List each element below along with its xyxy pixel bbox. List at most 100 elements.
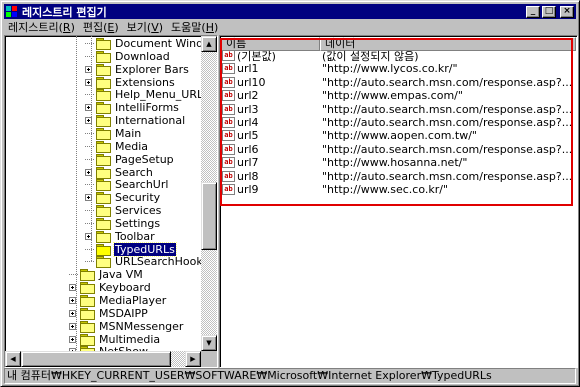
registry-app-icon [6, 5, 18, 18]
tree-item[interactable]: Media [85, 140, 149, 153]
expand-plus-icon[interactable] [85, 117, 92, 125]
menu-registry-key: R [62, 21, 71, 34]
tree-spacer [85, 261, 96, 263]
string-value-icon: ab [222, 184, 235, 195]
tree-item-label: TypedURLs [113, 241, 177, 257]
tree-connector [85, 261, 94, 263]
expand-plus-icon[interactable] [69, 335, 76, 343]
value-data: "http://auto.search.msn.com/response.asp… [322, 102, 573, 116]
folder-icon [96, 217, 111, 230]
expand-plus-icon[interactable] [85, 232, 92, 240]
expand-plus-icon[interactable] [85, 168, 92, 176]
tree-item[interactable]: Keyboard [69, 281, 152, 295]
folder-icon [80, 295, 95, 307]
title-bar[interactable]: 레지스트리 편집기 _ □ × [4, 4, 576, 19]
value-data: "http://www.empas.com/" [322, 89, 463, 103]
value-row[interactable]: ab url9 "http://www.sec.co.kr/" [222, 183, 572, 196]
scroll-right-button[interactable]: ▶ [185, 351, 201, 367]
tree-item[interactable]: MediaPlayer [69, 294, 167, 307]
expand-plus-icon[interactable] [69, 284, 76, 292]
value-name: url10 [237, 75, 266, 89]
folder-icon [80, 320, 95, 333]
tree-item[interactable]: Toolbar [85, 230, 156, 243]
folder-icon [96, 140, 111, 153]
tree-item[interactable]: Extensions [85, 76, 176, 89]
tree-item[interactable]: MSNMessenger [69, 320, 184, 333]
expand-plus-icon[interactable] [85, 104, 92, 112]
menu-help-end: ) [213, 21, 219, 34]
value-row[interactable]: ab url4 "http://auto.search.msn.com/respon… [222, 116, 572, 129]
tree-item-label: URLSearchHooks [115, 255, 209, 269]
value-row[interactable]: ab url10 "http://auto.search.msn.com/respo… [222, 76, 572, 89]
tree-item[interactable]: Security [85, 191, 161, 205]
value-row[interactable]: ab url6 "http://auto.search.msn.com/respon… [222, 143, 572, 156]
maximize-button[interactable]: □ [542, 5, 556, 18]
hscroll-thumb[interactable] [21, 351, 171, 367]
folder-icon [96, 102, 111, 115]
scroll-up-button[interactable]: ▲ [201, 36, 217, 52]
key-tree-pane[interactable]: Document Windows Download Explorer Bars Ext… [4, 35, 218, 368]
menu-view-label: 보기( [126, 21, 152, 34]
close-button[interactable]: × [560, 5, 574, 18]
tree-vertical-scrollbar[interactable]: ▲ ▼ [201, 36, 217, 351]
value-row[interactable]: ab url3 "http://auto.search.msn.com/respon… [222, 103, 572, 116]
menu-view[interactable]: 보기(V) [123, 20, 167, 36]
scroll-down-button[interactable]: ▼ [201, 335, 217, 351]
expand-plus-icon[interactable] [85, 78, 92, 86]
tree-item-label: Explorer Bars [115, 62, 189, 76]
value-list-pane[interactable]: 이름 데이터 ab (기본값) (값이 설정되지 않음) ab url1 "http://… [219, 35, 578, 368]
expand-plus-icon[interactable] [69, 297, 76, 304]
menu-help-key: H [205, 21, 214, 34]
menu-edit[interactable]: 편집(E) [79, 20, 123, 36]
value-row[interactable]: ab (기본값) (값이 설정되지 않음) [222, 49, 572, 63]
tree-connector [69, 274, 78, 276]
value-row[interactable]: ab url7 "http://www.hosanna.net/" [222, 156, 572, 169]
tree-item[interactable]: MSDAIPP [69, 307, 149, 320]
expand-plus-icon[interactable] [85, 65, 92, 73]
tree-item[interactable]: Java VM [69, 268, 144, 282]
menu-registry[interactable]: 레지스트리(R) [4, 20, 79, 36]
tree-item[interactable]: Services [85, 204, 162, 218]
value-name: url4 [237, 116, 259, 129]
tree-item-label: PageSetup [115, 152, 174, 166]
tree-item[interactable]: Download [85, 50, 171, 63]
expand-plus-icon[interactable] [85, 194, 92, 202]
tree-connector [85, 210, 94, 212]
tree-item[interactable]: Multimedia [69, 333, 161, 346]
menu-help[interactable]: 도움말(H) [167, 20, 222, 36]
tree-item[interactable]: URLSearchHooks [85, 255, 209, 269]
tree-item[interactable]: Explorer Bars [85, 63, 190, 76]
tree-item[interactable]: Settings [85, 217, 161, 230]
folder-icon [96, 89, 111, 102]
tree-item[interactable]: PageSetup [85, 153, 175, 166]
value-row[interactable]: ab url8 "http://auto.search.msn.com/respon… [222, 170, 572, 183]
value-row[interactable]: ab url5 "http://www.aopen.com.tw/" [222, 129, 572, 142]
tree-item[interactable]: Document Windows [85, 37, 217, 50]
value-row[interactable]: ab url2 "http://www.empas.com/" [222, 89, 572, 102]
menu-bar: 레지스트리(R) 편집(E) 보기(V) 도움말(H) [4, 20, 222, 36]
value-name: url7 [237, 156, 259, 170]
tree-horizontal-scrollbar[interactable]: ◀ ▶ [5, 351, 201, 367]
tree-item[interactable]: Main [85, 127, 142, 140]
tree-item[interactable]: TypedURLs [85, 241, 177, 257]
scroll-thumb[interactable] [201, 182, 217, 250]
tree-item[interactable]: International [85, 114, 186, 128]
value-data: "http://auto.search.msn.com/response.asp… [322, 142, 573, 156]
value-data: "http://auto.search.msn.com/response.asp… [322, 116, 573, 129]
string-value-icon: ab [222, 157, 235, 169]
minimize-button[interactable]: _ [526, 5, 540, 18]
scroll-left-button[interactable]: ◀ [5, 351, 21, 367]
tree-item[interactable]: SearchUrl [85, 178, 169, 192]
expand-plus-icon[interactable] [69, 309, 76, 317]
folder-icon [96, 230, 111, 243]
value-name: url2 [237, 89, 259, 103]
value-name: url5 [237, 129, 259, 143]
folder-icon [96, 192, 111, 205]
status-bar: 내 컴퓨터₩HKEY_CURRENT_USER₩SOFTWARE₩Microso… [4, 368, 576, 384]
expand-plus-icon[interactable] [69, 322, 76, 330]
tree-item[interactable]: IntelliForms [85, 101, 180, 115]
tree-item[interactable]: Help_Menu_URLs [85, 88, 210, 102]
tree-item[interactable]: Search [85, 166, 154, 179]
value-row[interactable]: ab url1 "http://www.lycos.co.kr/" [222, 62, 572, 75]
menu-view-end: ) [158, 21, 164, 34]
